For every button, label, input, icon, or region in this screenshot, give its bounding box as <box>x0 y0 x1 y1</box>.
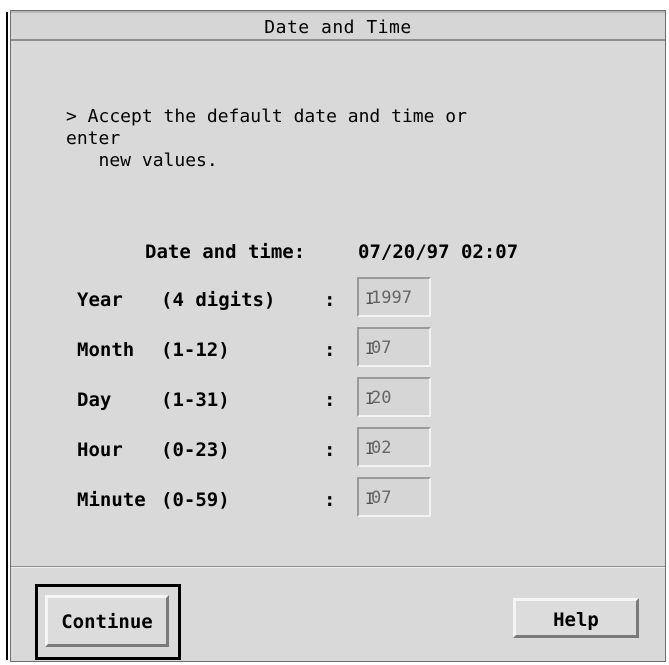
minute-range: (0-59) <box>161 489 230 511</box>
year-value: 1997 <box>371 288 412 308</box>
day-field[interactable]: I 20 <box>357 377 431 417</box>
help-button-label: Help <box>553 609 599 631</box>
hour-field[interactable]: I 02 <box>357 427 431 467</box>
minute-label: Minute <box>77 489 146 511</box>
continue-button-label: Continue <box>61 611 153 633</box>
month-label: Month <box>77 339 135 361</box>
hour-colon: : <box>324 439 336 461</box>
hour-range: (0-23) <box>161 439 230 461</box>
month-range: (1-12) <box>161 339 230 361</box>
day-label: Day <box>77 389 112 411</box>
date-time-dialog: Date and Time > Accept the default date … <box>10 10 666 662</box>
date-time-value: 07/20/97 02:07 <box>358 241 519 263</box>
instructions-text: > Accept the default date and time or en… <box>66 106 467 171</box>
month-field[interactable]: I 07 <box>357 327 431 367</box>
date-time-label: Date and time: <box>145 241 306 263</box>
month-value: 07 <box>371 338 392 358</box>
window-left-edge <box>6 12 8 660</box>
minute-colon: : <box>324 489 336 511</box>
separator <box>11 566 665 568</box>
title-bar[interactable]: Date and Time <box>11 11 665 41</box>
help-button[interactable]: Help <box>513 598 639 638</box>
hour-label: Hour <box>77 439 123 461</box>
month-colon: : <box>324 339 336 361</box>
year-label: Year <box>77 289 123 311</box>
continue-button[interactable]: Continue <box>45 595 169 647</box>
minute-value: 07 <box>371 488 392 508</box>
hour-value: 02 <box>371 438 392 458</box>
day-range: (1-31) <box>161 389 230 411</box>
window-title: Date and Time <box>264 17 412 38</box>
year-colon: : <box>324 289 336 311</box>
day-value: 20 <box>371 388 392 408</box>
year-range: (4 digits) <box>161 289 276 311</box>
day-colon: : <box>324 389 336 411</box>
year-field[interactable]: I 1997 <box>357 277 431 317</box>
minute-field[interactable]: I 07 <box>357 477 431 517</box>
